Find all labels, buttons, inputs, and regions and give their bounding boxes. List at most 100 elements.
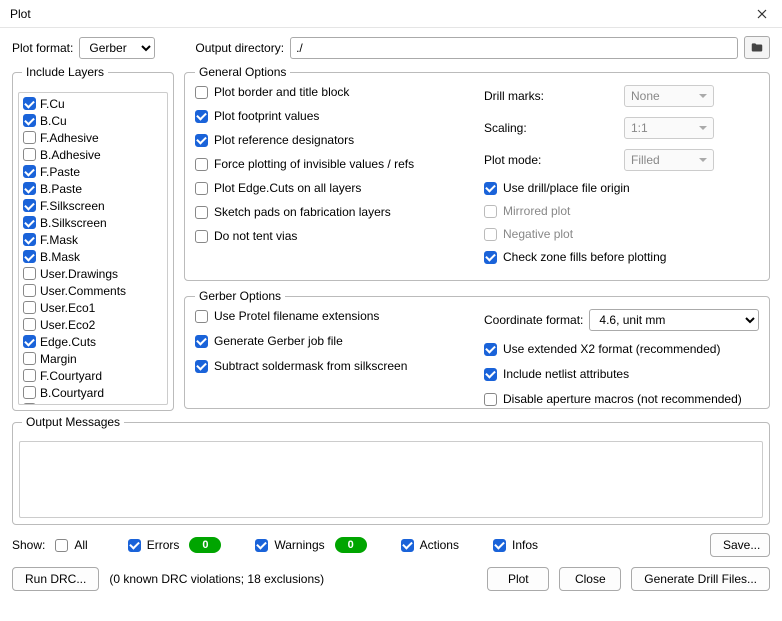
layer-checkbox[interactable] — [23, 114, 36, 127]
gerber-options-group: Gerber Options Use Protel filename exten… — [184, 289, 770, 409]
layer-item[interactable]: User.Drawings — [21, 265, 165, 282]
general-left-4-checkbox[interactable] — [195, 182, 208, 195]
layer-checkbox[interactable] — [23, 131, 36, 144]
layer-item[interactable]: B.Paste — [21, 180, 165, 197]
layer-checkbox[interactable] — [23, 267, 36, 280]
layer-item[interactable]: F.Cu — [21, 95, 165, 112]
output-messages-box[interactable] — [19, 441, 763, 518]
show-errors-checkbox[interactable] — [128, 539, 141, 552]
close-icon — [757, 9, 767, 19]
layer-item[interactable]: F.Mask — [21, 231, 165, 248]
output-messages-legend: Output Messages — [22, 415, 124, 429]
show-errors-label: Errors — [147, 538, 180, 552]
layer-checkbox[interactable] — [23, 250, 36, 263]
general-right-0-checkbox[interactable] — [484, 182, 497, 195]
layer-checkbox[interactable] — [23, 301, 36, 314]
show-all-checkbox[interactable] — [55, 539, 68, 552]
layer-item[interactable]: F.Fab — [21, 401, 165, 405]
layer-label: B.Mask — [40, 250, 80, 264]
drill-marks-select: None — [624, 85, 714, 107]
layer-item[interactable]: Margin — [21, 350, 165, 367]
layer-item[interactable]: Edge.Cuts — [21, 333, 165, 350]
gerber-left-2-checkbox[interactable] — [195, 360, 208, 373]
layer-checkbox[interactable] — [23, 97, 36, 110]
layer-checkbox[interactable] — [23, 148, 36, 161]
general-right-3-checkbox[interactable] — [484, 251, 497, 264]
layer-label: B.Cu — [40, 114, 67, 128]
generate-drill-button[interactable]: Generate Drill Files... — [631, 567, 770, 591]
show-warnings-checkbox[interactable] — [255, 539, 268, 552]
layers-listbox[interactable]: F.Cu B.Cu F.Adhesive B.Adhesive F.PasteB.Pas… — [18, 92, 168, 405]
scaling-select: 1:1 — [624, 117, 714, 139]
errors-count: 0 — [189, 537, 221, 553]
plot-format-select[interactable]: Gerber — [79, 37, 155, 59]
layer-item[interactable]: B.Silkscreen — [21, 214, 165, 231]
plot-mode-select: Filled — [624, 149, 714, 171]
close-button[interactable]: Close — [559, 567, 621, 591]
output-dir-input[interactable] — [290, 37, 738, 59]
general-right-2-label: Negative plot — [503, 227, 573, 241]
gerber-right-2-checkbox[interactable] — [484, 393, 497, 406]
chevron-down-icon — [699, 94, 707, 98]
general-left-2-checkbox[interactable] — [195, 134, 208, 147]
chevron-down-icon — [699, 126, 707, 130]
layer-checkbox[interactable] — [23, 284, 36, 297]
layer-item[interactable]: F.Silkscreen — [21, 197, 165, 214]
window-title: Plot — [10, 7, 31, 21]
title-bar: Plot — [0, 0, 782, 28]
gerber-right-0-checkbox[interactable] — [484, 343, 497, 356]
layer-checkbox[interactable] — [23, 386, 36, 399]
layer-item[interactable]: B.Adhesive — [21, 146, 165, 163]
layer-item[interactable]: B.Courtyard — [21, 384, 165, 401]
layer-item[interactable]: F.Paste — [21, 163, 165, 180]
layer-checkbox[interactable] — [23, 233, 36, 246]
general-left-6-checkbox[interactable] — [195, 230, 208, 243]
general-right-3-label: Check zone fills before plotting — [503, 250, 666, 264]
layer-checkbox[interactable] — [23, 335, 36, 348]
show-all-label: All — [74, 538, 87, 552]
show-infos-checkbox[interactable] — [493, 539, 506, 552]
general-right-2-checkbox — [484, 228, 497, 241]
layer-item[interactable]: F.Adhesive — [21, 129, 165, 146]
plot-button[interactable]: Plot — [487, 567, 549, 591]
layer-item[interactable]: B.Mask — [21, 248, 165, 265]
window-close-button[interactable] — [742, 0, 782, 28]
general-right-0-label: Use drill/place file origin — [503, 181, 630, 195]
layer-label: User.Comments — [40, 284, 126, 298]
scaling-label: Scaling: — [484, 121, 614, 135]
layer-label: F.Paste — [40, 165, 80, 179]
include-layers-group: Include Layers F.CuB.CuF.AdhesiveB.Adhes… — [12, 65, 174, 411]
coord-format-select[interactable]: 4.6, unit mm — [589, 309, 759, 331]
gerber-right-1-checkbox[interactable] — [484, 368, 497, 381]
layer-checkbox[interactable] — [23, 369, 36, 382]
layer-checkbox[interactable] — [23, 182, 36, 195]
layer-item[interactable]: User.Comments — [21, 282, 165, 299]
layer-item[interactable]: B.Cu — [21, 112, 165, 129]
layer-checkbox[interactable] — [23, 318, 36, 331]
general-left-0-checkbox[interactable] — [195, 86, 208, 99]
layer-checkbox[interactable] — [23, 352, 36, 365]
show-actions-label: Actions — [420, 538, 459, 552]
chevron-down-icon — [699, 158, 707, 162]
general-left-3-checkbox[interactable] — [195, 158, 208, 171]
run-drc-button[interactable]: Run DRC... — [12, 567, 99, 591]
show-actions-checkbox[interactable] — [401, 539, 414, 552]
layer-item[interactable]: User.Eco2 — [21, 316, 165, 333]
layer-item[interactable]: User.Eco1 — [21, 299, 165, 316]
gerber-left-1-checkbox[interactable] — [195, 335, 208, 348]
gerber-left-0-checkbox[interactable] — [195, 310, 208, 323]
gerber-left-1-label: Generate Gerber job file — [214, 334, 343, 348]
layer-label: B.Adhesive — [40, 148, 101, 162]
gerber-right-2-label: Disable aperture macros (not recommended… — [503, 392, 742, 406]
layer-checkbox[interactable] — [23, 199, 36, 212]
save-button[interactable]: Save... — [710, 533, 770, 557]
layer-checkbox[interactable] — [23, 165, 36, 178]
layer-checkbox[interactable] — [23, 216, 36, 229]
layer-label: F.Adhesive — [40, 131, 99, 145]
browse-folder-button[interactable] — [744, 36, 770, 59]
warnings-count: 0 — [335, 537, 367, 553]
general-left-1-checkbox[interactable] — [195, 110, 208, 123]
layer-item[interactable]: F.Courtyard — [21, 367, 165, 384]
layer-checkbox[interactable] — [23, 403, 36, 405]
general-left-5-checkbox[interactable] — [195, 206, 208, 219]
